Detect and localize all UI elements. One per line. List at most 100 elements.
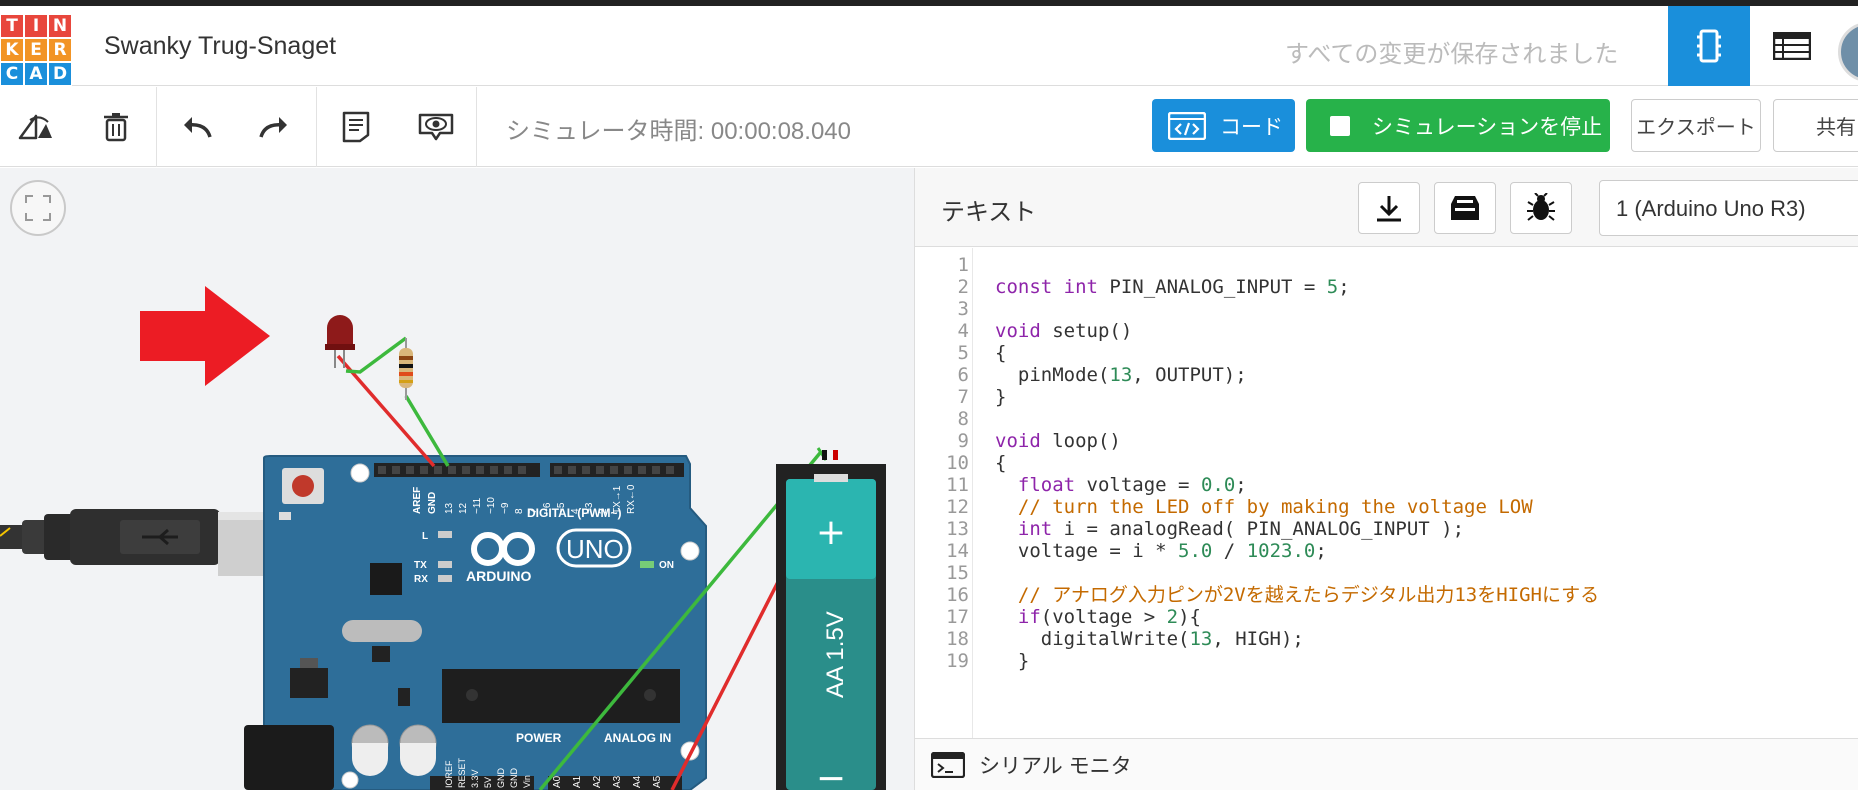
redo-icon bbox=[259, 117, 287, 138]
pin-label: A2 bbox=[592, 775, 603, 788]
gnd-pin-label: GND bbox=[427, 492, 438, 514]
code-editor[interactable]: 1 2 const int PIN_ANALOG_INPUT = 5; 3 4 void … bbox=[915, 248, 1858, 738]
logo-letter: T bbox=[0, 14, 24, 38]
pin-label: 13 bbox=[444, 502, 455, 514]
toolbar-divider bbox=[316, 87, 317, 167]
table-list-icon bbox=[1773, 32, 1811, 60]
library-icon bbox=[1451, 196, 1479, 220]
code-mode-label[interactable]: テキスト bbox=[941, 192, 1036, 227]
stop-simulation-label: シミュレーションを停止 bbox=[1372, 115, 1603, 139]
debugger-button[interactable] bbox=[1510, 182, 1572, 234]
pin-label: A1 bbox=[572, 775, 583, 788]
aa-battery[interactable]: + AA 1.5V − bbox=[776, 447, 886, 790]
circuit-drawing: DIGITAL (PWM~) ARDUINO UNO ON L TX RX PO… bbox=[0, 286, 886, 790]
analog-in-label: ANALOG IN bbox=[604, 731, 671, 745]
toolbar-divider bbox=[156, 87, 157, 167]
redo-button[interactable] bbox=[252, 105, 296, 149]
pin-label: RESET bbox=[457, 757, 467, 788]
tinkercad-logo[interactable]: TINKERCAD bbox=[0, 14, 72, 86]
app-header: TINKERCAD Swanky Trug-Snaget すべての変更が保存され… bbox=[0, 6, 1858, 86]
pin-label: 3.3V bbox=[470, 769, 480, 788]
resistor[interactable] bbox=[399, 338, 413, 400]
eye-icon bbox=[418, 113, 454, 141]
serial-monitor-icon bbox=[931, 751, 965, 778]
power-on-label: ON bbox=[659, 560, 674, 571]
arduino-brand-label: ARDUINO bbox=[466, 568, 531, 584]
logo-letter: D bbox=[48, 62, 72, 86]
download-icon bbox=[1377, 196, 1401, 222]
battery-minus-sign: − bbox=[816, 758, 846, 790]
pin-label: ~11 bbox=[472, 497, 483, 514]
save-status: すべての変更が保存されました bbox=[1285, 41, 1619, 68]
trash-icon bbox=[104, 113, 128, 142]
notes-visibility-button[interactable] bbox=[414, 105, 458, 149]
pin-label: 4 bbox=[570, 508, 581, 514]
simulator-time: シミュレータ時間: 00:00:08.040 bbox=[506, 118, 851, 145]
code-panel: テキスト 1 (Arduino Uno R3) 12const int PIN_… bbox=[914, 168, 1858, 790]
logo-letter: N bbox=[48, 14, 72, 38]
green-wire-led bbox=[345, 336, 450, 467]
pin-label: GND bbox=[509, 768, 519, 789]
delete-button[interactable] bbox=[94, 105, 138, 149]
circuit-view-button[interactable] bbox=[1668, 6, 1750, 86]
component-list-button[interactable] bbox=[1751, 6, 1833, 86]
pin-label: TX→1 bbox=[612, 485, 623, 514]
pin-label: 5V bbox=[483, 777, 493, 788]
pin-label: A4 bbox=[632, 775, 643, 788]
pin-label: 8 bbox=[514, 508, 525, 514]
aref-pin-label: AREF bbox=[412, 487, 423, 514]
pin-label: IOREF bbox=[444, 760, 454, 788]
logo-letter: R bbox=[48, 38, 72, 62]
logo-letter: E bbox=[24, 38, 48, 62]
logo-letter: I bbox=[24, 14, 48, 38]
battery-label: AA 1.5V bbox=[822, 611, 849, 698]
project-title[interactable]: Swanky Trug-Snaget bbox=[104, 32, 336, 61]
circuit-canvas[interactable]: DIGITAL (PWM~) ARDUINO UNO ON L TX RX PO… bbox=[0, 168, 914, 790]
logo-letter: A bbox=[24, 62, 48, 86]
code-text: } bbox=[995, 650, 1030, 672]
pin-label: GND bbox=[496, 768, 506, 789]
user-avatar[interactable] bbox=[1838, 22, 1858, 82]
serial-monitor-bar[interactable]: シリアル モニタ bbox=[915, 738, 1858, 790]
uno-model-label: UNO bbox=[566, 534, 624, 564]
pin-label: ~10 bbox=[486, 497, 497, 514]
stop-simulation-button[interactable]: シミュレーションを停止 bbox=[1306, 99, 1610, 152]
export-button[interactable]: エクスポート bbox=[1631, 99, 1761, 152]
share-button[interactable]: 共有 bbox=[1773, 99, 1858, 152]
stop-icon bbox=[1330, 115, 1350, 136]
pin-label: 7 bbox=[528, 508, 539, 514]
pin-label: Vin bbox=[522, 775, 532, 788]
pin-label: ~5 bbox=[556, 502, 567, 514]
line-number: 19 bbox=[946, 650, 969, 672]
pin-label: ~3 bbox=[584, 502, 595, 514]
rotate-button[interactable] bbox=[14, 105, 58, 149]
pin-label: A5 bbox=[652, 775, 663, 788]
code-button[interactable]: コード bbox=[1152, 99, 1295, 152]
pin-label: ~9 bbox=[500, 502, 511, 514]
library-button[interactable] bbox=[1434, 182, 1496, 234]
pin-label: ~6 bbox=[542, 502, 553, 514]
led-tx-label: TX bbox=[414, 560, 427, 571]
rotate-icon bbox=[18, 114, 52, 140]
notes-button[interactable] bbox=[334, 105, 378, 149]
toolbar-divider bbox=[476, 87, 477, 167]
logo-letter: C bbox=[0, 62, 24, 86]
download-code-button[interactable] bbox=[1358, 182, 1420, 234]
bug-icon bbox=[1527, 193, 1555, 221]
undo-button[interactable] bbox=[175, 105, 219, 149]
logo-letter: K bbox=[0, 38, 24, 62]
pin-label: 2 bbox=[598, 508, 609, 514]
note-icon bbox=[342, 111, 370, 143]
serial-monitor-label: シリアル モニタ bbox=[979, 754, 1132, 778]
code-line[interactable]: 19 } bbox=[915, 648, 1858, 674]
undo-icon bbox=[184, 117, 212, 138]
code-panel-header: テキスト 1 (Arduino Uno R3) bbox=[915, 168, 1858, 247]
pin-label: A3 bbox=[612, 775, 623, 788]
pin-label: RX←0 bbox=[626, 484, 637, 514]
red-arrow-annotation bbox=[140, 286, 270, 386]
board-select[interactable]: 1 (Arduino Uno R3) bbox=[1599, 180, 1858, 236]
editor-toolbar: シミュレータ時間: 00:00:08.040 コード シミュレーションを停止 エ… bbox=[0, 87, 1858, 167]
battery-plus-sign: + bbox=[816, 512, 846, 553]
led-l-label: L bbox=[422, 531, 428, 542]
circuit-board-icon bbox=[1697, 29, 1721, 63]
